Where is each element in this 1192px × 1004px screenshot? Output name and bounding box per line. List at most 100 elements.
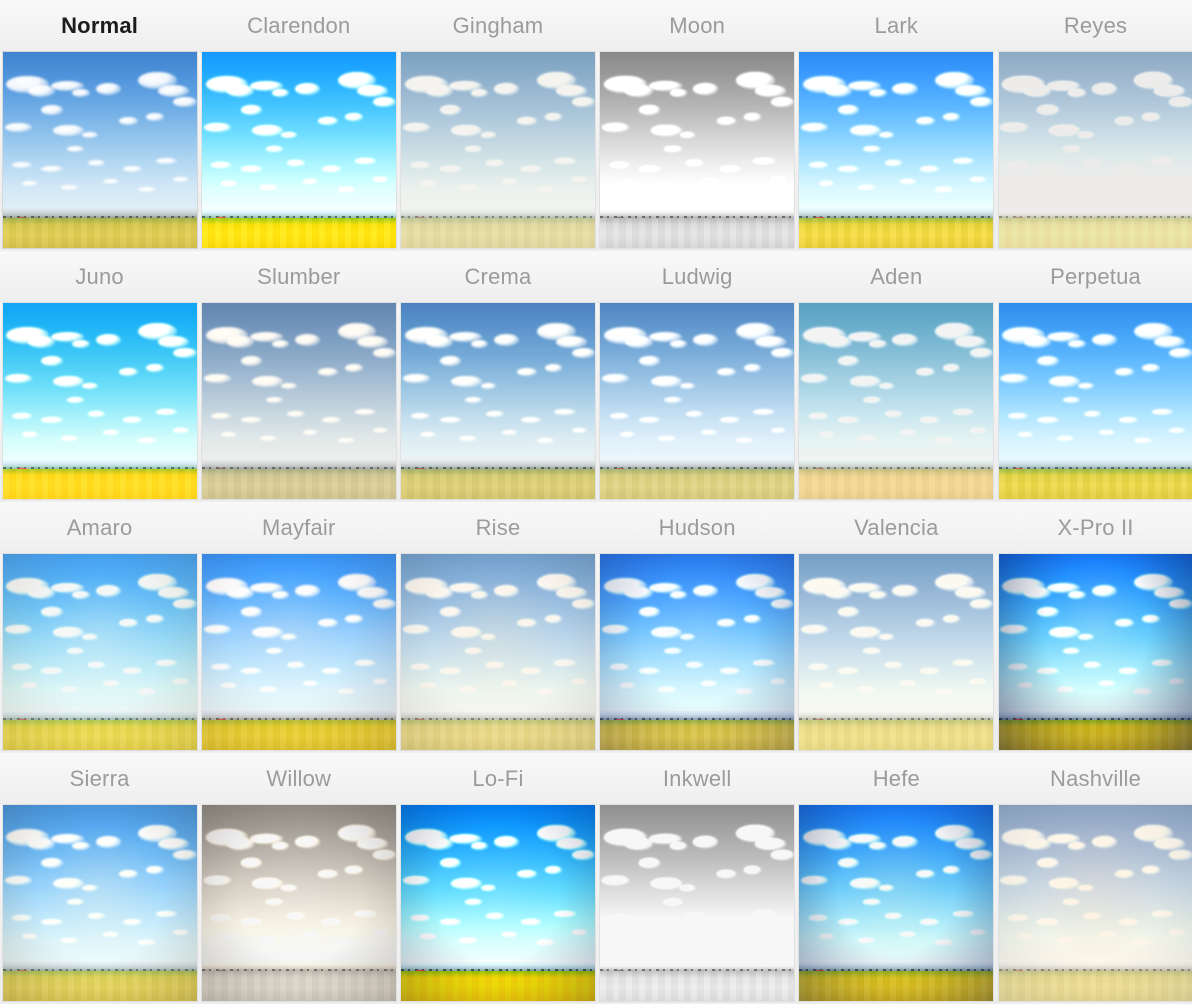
filter-thumbnail[interactable] xyxy=(799,805,994,1001)
filter-cell-aden[interactable]: Aden xyxy=(796,251,996,502)
filter-thumbnail[interactable] xyxy=(998,303,1192,499)
filter-label[interactable]: Crema xyxy=(398,251,598,303)
filter-label[interactable]: Willow xyxy=(199,753,399,805)
filter-label[interactable]: Juno xyxy=(0,251,200,303)
cloud-shape xyxy=(203,122,231,133)
filter-cell-rise[interactable]: Rise xyxy=(398,502,598,753)
filter-cell-crema[interactable]: Crema xyxy=(398,251,598,502)
filter-cell-slumber[interactable]: Slumber xyxy=(199,251,399,502)
cloud-shape xyxy=(915,116,936,125)
filter-thumbnail[interactable] xyxy=(998,805,1192,1001)
filter-label[interactable]: Sierra xyxy=(0,753,200,805)
cloud-shape xyxy=(87,159,106,166)
fieldstripe-region xyxy=(201,719,396,750)
filter-cell-x-pro-ii[interactable]: X-Pro II xyxy=(995,502,1192,753)
filter-label[interactable]: Aden xyxy=(796,251,996,303)
filter-thumbnail[interactable] xyxy=(600,52,795,248)
filter-cell-juno[interactable]: Juno xyxy=(0,251,200,502)
cloud-shape xyxy=(863,899,881,905)
filter-label[interactable]: Reyes xyxy=(995,0,1192,52)
filter-thumbnail[interactable] xyxy=(2,805,197,1001)
filter-cell-hudson[interactable]: Hudson xyxy=(597,502,797,753)
filter-thumbnail[interactable] xyxy=(400,805,595,1001)
filter-label[interactable]: Ludwig xyxy=(597,251,797,303)
filter-thumbnail[interactable] xyxy=(2,52,197,248)
filter-cell-mayfair[interactable]: Mayfair xyxy=(199,502,399,753)
filter-label[interactable]: X-Pro II xyxy=(995,502,1192,554)
cloud-shape xyxy=(1091,83,1117,96)
filter-thumbnail[interactable] xyxy=(799,303,994,499)
filter-label[interactable]: Moon xyxy=(597,0,797,52)
cloud-shape xyxy=(1114,618,1135,627)
filter-label[interactable]: Amaro xyxy=(0,502,200,554)
filter-label[interactable]: Clarendon xyxy=(199,0,399,52)
filter-thumbnail[interactable] xyxy=(400,554,595,750)
filter-cell-amaro[interactable]: Amaro xyxy=(0,502,200,753)
filter-label[interactable]: Nashville xyxy=(995,753,1192,805)
cloud-shape xyxy=(1114,116,1135,125)
filter-cell-lo-fi[interactable]: Lo-Fi xyxy=(398,753,598,1004)
filter-label[interactable]: Normal xyxy=(0,0,200,52)
cloud-shape xyxy=(1062,397,1080,403)
cloud-shape xyxy=(122,667,143,674)
filter-thumbnail[interactable] xyxy=(201,303,396,499)
cloud-shape xyxy=(41,104,63,115)
filter-label[interactable]: Rise xyxy=(398,502,598,554)
filter-cell-reyes[interactable]: Reyes xyxy=(995,0,1192,251)
filter-label[interactable]: Hefe xyxy=(796,753,996,805)
cloud-shape xyxy=(1037,857,1059,868)
filter-cell-willow[interactable]: Willow xyxy=(199,753,399,1004)
filter-cell-nashville[interactable]: Nashville xyxy=(995,753,1192,1004)
filter-cell-moon[interactable]: Moon xyxy=(597,0,797,251)
filter-label[interactable]: Lark xyxy=(796,0,996,52)
filter-label[interactable]: Mayfair xyxy=(199,502,399,554)
filter-thumbnail[interactable] xyxy=(799,52,994,248)
cloud-shape xyxy=(345,363,363,372)
cloud-shape xyxy=(716,116,736,125)
cloud-shape xyxy=(892,334,918,347)
filter-thumbnail[interactable] xyxy=(600,554,795,750)
cloud-shape xyxy=(1037,416,1059,423)
cloud-shape xyxy=(1153,336,1185,349)
filter-thumbnail[interactable] xyxy=(400,303,595,499)
cloud-shape xyxy=(211,663,231,670)
fieldstripe-region xyxy=(799,217,994,248)
filter-cell-valencia[interactable]: Valencia xyxy=(796,502,996,753)
filter-cell-sierra[interactable]: Sierra xyxy=(0,753,200,1004)
filter-thumbnail[interactable] xyxy=(2,554,197,750)
filter-thumbnail[interactable] xyxy=(998,52,1192,248)
filter-thumbnail[interactable] xyxy=(201,805,396,1001)
cloud-shape xyxy=(1169,348,1192,358)
filter-cell-lark[interactable]: Lark xyxy=(796,0,996,251)
cloud-shape xyxy=(638,667,661,674)
filter-cell-inkwell[interactable]: Inkwell xyxy=(597,753,797,1004)
filter-thumbnail[interactable] xyxy=(799,554,994,750)
filter-thumbnail[interactable] xyxy=(998,554,1192,750)
filter-thumbnail[interactable] xyxy=(201,52,396,248)
filter-thumbnail[interactable] xyxy=(600,805,795,1001)
filter-label[interactable]: Valencia xyxy=(796,502,996,554)
filter-cell-perpetua[interactable]: Perpetua xyxy=(995,251,1192,502)
filter-label[interactable]: Slumber xyxy=(199,251,399,303)
cloud-shape xyxy=(838,416,860,423)
filter-thumbnail[interactable] xyxy=(600,303,795,499)
filter-thumbnail[interactable] xyxy=(201,554,396,750)
filter-thumbnail-photo xyxy=(2,52,197,248)
filter-cell-normal[interactable]: Normal xyxy=(0,0,200,251)
filter-label[interactable]: Hudson xyxy=(597,502,797,554)
filter-label[interactable]: Lo-Fi xyxy=(398,753,598,805)
filter-label[interactable]: Gingham xyxy=(398,0,598,52)
filter-label[interactable]: Perpetua xyxy=(995,251,1192,303)
filter-thumbnail[interactable] xyxy=(2,303,197,499)
filter-label[interactable]: Inkwell xyxy=(597,753,797,805)
filter-cell-clarendon[interactable]: Clarendon xyxy=(199,0,399,251)
cloud-shape xyxy=(942,614,961,623)
filter-thumbnail[interactable] xyxy=(400,52,595,248)
filter-cell-ludwig[interactable]: Ludwig xyxy=(597,251,797,502)
cloud-shape xyxy=(1008,663,1028,670)
filter-cell-gingham[interactable]: Gingham xyxy=(398,0,598,251)
cloud-shape xyxy=(809,161,829,168)
filter-cell-hefe[interactable]: Hefe xyxy=(796,753,996,1004)
cloud-shape xyxy=(838,104,860,115)
cloud-shape xyxy=(838,667,860,674)
